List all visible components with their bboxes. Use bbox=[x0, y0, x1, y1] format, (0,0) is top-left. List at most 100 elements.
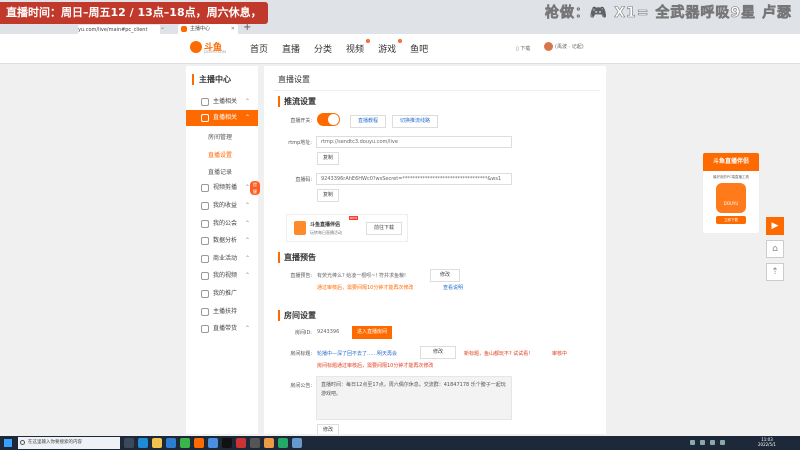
app-icon[interactable] bbox=[278, 438, 288, 448]
sidebar-item-support[interactable]: 主播扶持 bbox=[186, 304, 258, 320]
nav-item-games[interactable]: 游戏 • bbox=[378, 39, 403, 55]
app-icon[interactable] bbox=[236, 438, 246, 448]
ime-icon[interactable] bbox=[710, 440, 715, 445]
preview-help-link[interactable]: 查看说明 bbox=[443, 284, 463, 291]
edit-title-button[interactable]: 修改 bbox=[420, 346, 456, 359]
download-companion-button[interactable]: 前往下载 bbox=[366, 222, 402, 235]
sidebar-subitem-live-records[interactable]: 直播记录 bbox=[208, 167, 232, 176]
wechat-icon[interactable] bbox=[180, 438, 190, 448]
chevron-up-icon: ⌃ bbox=[244, 255, 250, 262]
live-switch-toggle[interactable] bbox=[317, 113, 340, 126]
divider bbox=[274, 90, 600, 91]
network-icon[interactable] bbox=[690, 440, 695, 445]
preview-label: 直播预告: bbox=[290, 273, 312, 279]
nav-item-live[interactable]: 直播 bbox=[282, 42, 300, 55]
my-videos-icon bbox=[201, 272, 209, 280]
close-tab-icon[interactable]: ✕ bbox=[231, 24, 235, 34]
back-to-top-icon[interactable]: ⇡ bbox=[766, 263, 784, 281]
nav-item-yuba[interactable]: 鱼吧 bbox=[410, 42, 428, 55]
sidebar-item-business[interactable]: 商业活动 ⌃ bbox=[186, 251, 258, 267]
windows-taskbar: 在这里输入你要搜索的内容 11:03 2022/5/1 bbox=[0, 436, 800, 450]
switch-line-button[interactable]: 切换推流线路 bbox=[392, 115, 438, 128]
business-icon bbox=[201, 255, 209, 263]
copy-code-button[interactable]: 复制 bbox=[317, 189, 339, 202]
address-bar[interactable]: yu.com/live/main#pc_client bbox=[78, 25, 160, 35]
room-notice-textarea[interactable]: 直播时间：每日12点至17点，周六偶尔休息。交流群：41847178 乐个膀子一… bbox=[316, 376, 512, 420]
float-download-button[interactable]: 立即下载 bbox=[716, 216, 746, 224]
obs-icon[interactable] bbox=[222, 438, 232, 448]
sidebar-item-live-commerce[interactable]: 直播带货 ⌃ bbox=[186, 321, 258, 337]
windows-start-icon[interactable] bbox=[4, 439, 12, 447]
clock-date: 2022/5/1 bbox=[758, 442, 776, 447]
sidebar-item-anchor[interactable]: 主播相关 ⌃ bbox=[186, 94, 258, 110]
stream-schedule-overlay: 直播时间：周日–周五12 / 13点–18点，周六休息， bbox=[0, 2, 268, 24]
live-tutorial-button[interactable]: 直播教程 bbox=[350, 115, 386, 128]
sidebar-item-guild[interactable]: 我的公会 ⌃ bbox=[186, 216, 258, 232]
edit-preview-button[interactable]: 修改 bbox=[430, 269, 460, 282]
home-icon[interactable]: ⌂ bbox=[766, 240, 784, 258]
rtmp-address-field[interactable]: rtmp://sendtc3.douyu.com/live bbox=[316, 136, 512, 148]
stream-code-field[interactable]: 9243396rAhE6HWc0?wsSecret=**************… bbox=[316, 173, 512, 185]
douyu-app-icon[interactable] bbox=[194, 438, 204, 448]
new-tag: NEW bbox=[349, 216, 359, 220]
title-note: 房间标题通过审核后，需要间隔10分钟才能再次修改 bbox=[317, 363, 434, 369]
taskbar-clock[interactable]: 11:03 2022/5/1 bbox=[758, 437, 776, 447]
title-tip: 新标题，鱼山都玩不? 试试看! bbox=[464, 351, 531, 357]
chevron-up-icon: ⌃ bbox=[244, 237, 250, 244]
logo-subtext: DOUYU.COM bbox=[204, 50, 227, 54]
enter-room-button[interactable]: 进入直播房间 bbox=[352, 326, 392, 339]
nav-item-home[interactable]: 首页 bbox=[250, 42, 268, 55]
sidebar-item-label: 商业活动 bbox=[213, 255, 238, 262]
volume-icon[interactable] bbox=[700, 440, 705, 445]
browser-tab[interactable]: 主播中心 ✕ bbox=[178, 24, 238, 34]
file-explorer-icon[interactable] bbox=[152, 438, 162, 448]
sidebar-item-income[interactable]: 我的收益 ⌃ bbox=[186, 198, 258, 214]
app-icon[interactable] bbox=[250, 438, 260, 448]
sidebar-subitem-room-manage[interactable]: 房间管理 bbox=[208, 132, 232, 141]
sidebar-item-live[interactable]: 直播相关 ⌃ bbox=[186, 110, 258, 126]
sidebar-item-label: 我的视频 bbox=[213, 272, 238, 279]
app-icon[interactable] bbox=[264, 438, 274, 448]
edge-icon[interactable] bbox=[138, 438, 148, 448]
support-icon bbox=[201, 308, 209, 316]
room-notice-label: 房间公告: bbox=[290, 383, 312, 389]
nav-badge: • bbox=[366, 39, 371, 43]
sidebar-item-promotion[interactable]: 我的推广 bbox=[186, 286, 258, 302]
companion-float-panel[interactable]: 斗鱼直播伴侣 最好用的PC端直播工具 DOUYU 立即下载 bbox=[702, 152, 760, 234]
nav-item-category[interactable]: 分类 bbox=[314, 42, 332, 55]
search-icon bbox=[20, 440, 25, 445]
sidebar-item-video-clip[interactable]: 视频剪播 ⌃ bbox=[186, 180, 258, 196]
room-id-label: 房间ID: bbox=[294, 330, 312, 336]
review-status: 审核中 bbox=[552, 351, 568, 357]
douyu-logo[interactable]: 斗鱼 DOUYU.COM bbox=[190, 40, 226, 56]
chevron-up-icon: ⌃ bbox=[244, 202, 250, 209]
user-menu[interactable]: (禹波 · 记起) bbox=[544, 42, 584, 51]
sidebar-subitem-live-settings[interactable]: 直播设置 bbox=[208, 150, 232, 159]
task-view-icon[interactable] bbox=[124, 438, 134, 448]
store-icon[interactable] bbox=[166, 438, 176, 448]
sidebar-item-my-videos[interactable]: 我的视频 ⌃ bbox=[186, 268, 258, 284]
taskbar-search-input[interactable]: 在这里输入你要搜索的内容 bbox=[18, 437, 120, 449]
app-icon[interactable] bbox=[292, 438, 302, 448]
sidebar-item-label: 我的公会 bbox=[213, 220, 238, 227]
guild-icon bbox=[201, 220, 209, 228]
live-switch-label: 直播开关: bbox=[290, 118, 312, 124]
companion-logo-text: DOUYU bbox=[723, 201, 739, 206]
chevron-down-icon[interactable]: ⌄ bbox=[160, 24, 165, 31]
download-label: 下载 bbox=[520, 46, 531, 52]
room-id-value: 9243396 bbox=[317, 329, 340, 335]
sidebar-item-label: 视频剪播 bbox=[213, 184, 238, 191]
sidebar-item-analytics[interactable]: 数据分析 ⌃ bbox=[186, 233, 258, 249]
avatar bbox=[544, 42, 553, 51]
notification-icon[interactable] bbox=[720, 440, 725, 445]
companion-app-promo: 斗鱼直播伴侣 NEW 玩转每日直播活动 前往下载 bbox=[286, 214, 408, 242]
chevron-up-icon: ⌃ bbox=[244, 184, 250, 191]
edit-notice-button[interactable]: 修改 bbox=[317, 424, 339, 434]
sidebar-item-label: 直播相关 bbox=[213, 114, 238, 121]
download-link[interactable]: ▯ 下载 bbox=[516, 45, 530, 52]
play-icon[interactable]: ▶ bbox=[766, 217, 784, 235]
nav-item-video[interactable]: 视频 • bbox=[346, 39, 371, 55]
qq-icon[interactable] bbox=[208, 438, 218, 448]
douyu-logo-icon bbox=[190, 41, 202, 53]
copy-rtmp-button[interactable]: 复制 bbox=[317, 152, 339, 165]
